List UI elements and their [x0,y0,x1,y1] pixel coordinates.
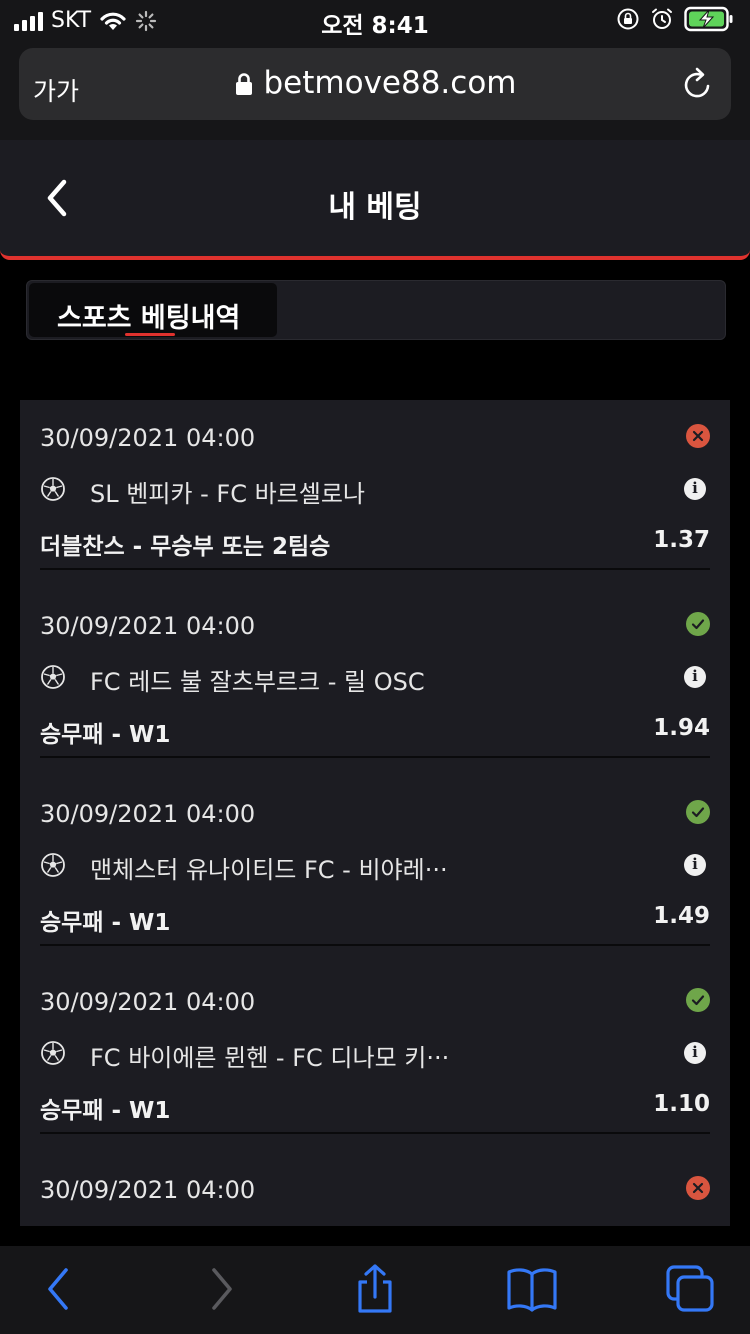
bet-odds: 1.37 [653,527,710,553]
page: SKT 오전 8:41 가가 betmove88.com 내 베팅 스포츠 베팅… [0,0,750,1334]
tabs-icon[interactable] [660,1264,720,1314]
bet-date: 30/09/2021 04:00 [40,800,256,828]
tab-label: 스포츠 베팅내역 [57,303,241,334]
alarm-icon [652,8,672,29]
check-circle-icon [686,988,710,1012]
bet-market: 더블찬스 - 무승부 또는 2팀승 [40,534,331,560]
bet-odds: 1.49 [653,903,710,929]
bet-item[interactable]: 30/09/2021 04:00 맨체스터 유나이티드 FC - 비야레··· … [20,776,730,964]
reload-icon[interactable] [681,66,715,102]
bet-item[interactable]: 30/09/2021 04:00 FC 레드 불 잘츠부르크 - 릴 OSC i… [20,588,730,776]
bet-market: 승무패 - W1 [40,910,171,936]
bet-odds: 1.94 [653,715,710,741]
bet-item[interactable]: 30/09/2021 04:00 SL 벤피카 - FC 바르셀로나 i 더블찬… [20,400,730,588]
battery-charging-icon [684,6,733,32]
x-circle-icon [686,1176,710,1200]
page-title: 내 베팅 [328,190,422,225]
bet-market: 승무패 - W1 [40,1098,171,1124]
url-text: betmove88.com [263,65,517,101]
divider [40,756,710,758]
bet-history-list: 30/09/2021 04:00 SL 벤피카 - FC 바르셀로나 i 더블찬… [20,400,730,1226]
browser-address-region: 가가 betmove88.com [0,40,750,140]
info-icon[interactable]: i [684,1042,706,1064]
orientation-lock-icon [617,8,639,30]
tab-bar: 스포츠 베팅내역 [26,280,726,340]
tab-sports-bet-history[interactable]: 스포츠 베팅내역 [29,283,277,337]
url-display[interactable]: betmove88.com [19,65,731,101]
bet-date: 30/09/2021 04:00 [40,612,256,640]
bet-date: 30/09/2021 04:00 [40,1176,256,1204]
divider [40,1132,710,1134]
browser-forward-icon[interactable] [190,1264,250,1314]
share-icon[interactable] [345,1264,405,1314]
bet-date: 30/09/2021 04:00 [40,988,256,1016]
info-icon[interactable]: i [684,478,706,500]
tab-active-indicator [125,333,175,336]
status-right [616,6,734,32]
bet-odds: 1.10 [653,1091,710,1117]
status-bar: SKT 오전 8:41 [0,0,750,40]
info-icon[interactable]: i [684,854,706,876]
match-name: FC 바이에른 뮌헨 - FC 디나모 키··· [90,1044,450,1072]
info-icon[interactable]: i [684,666,706,688]
bet-date: 30/09/2021 04:00 [40,424,256,452]
soccer-ball-icon [41,477,65,501]
browser-toolbar [0,1246,750,1334]
address-bar[interactable]: 가가 betmove88.com [19,48,731,120]
soccer-ball-icon [41,665,65,689]
divider [40,944,710,946]
browser-back-icon[interactable] [30,1264,90,1314]
x-circle-icon [686,424,710,448]
check-circle-icon [686,800,710,824]
bet-market: 승무패 - W1 [40,722,171,748]
app-header: 내 베팅 [0,140,750,260]
match-name: 맨체스터 유나이티드 FC - 비야레··· [90,856,448,884]
check-circle-icon [686,612,710,636]
match-name: FC 레드 불 잘츠부르크 - 릴 OSC [90,668,425,696]
bet-item[interactable]: 30/09/2021 04:00 [20,1152,730,1226]
match-name: SL 벤피카 - FC 바르셀로나 [90,480,365,508]
bet-item[interactable]: 30/09/2021 04:00 FC 바이에른 뮌헨 - FC 디나모 키··… [20,964,730,1152]
soccer-ball-icon [41,853,65,877]
divider [40,568,710,570]
lock-icon [235,73,252,95]
soccer-ball-icon [41,1041,65,1065]
bookmarks-icon[interactable] [502,1264,562,1314]
